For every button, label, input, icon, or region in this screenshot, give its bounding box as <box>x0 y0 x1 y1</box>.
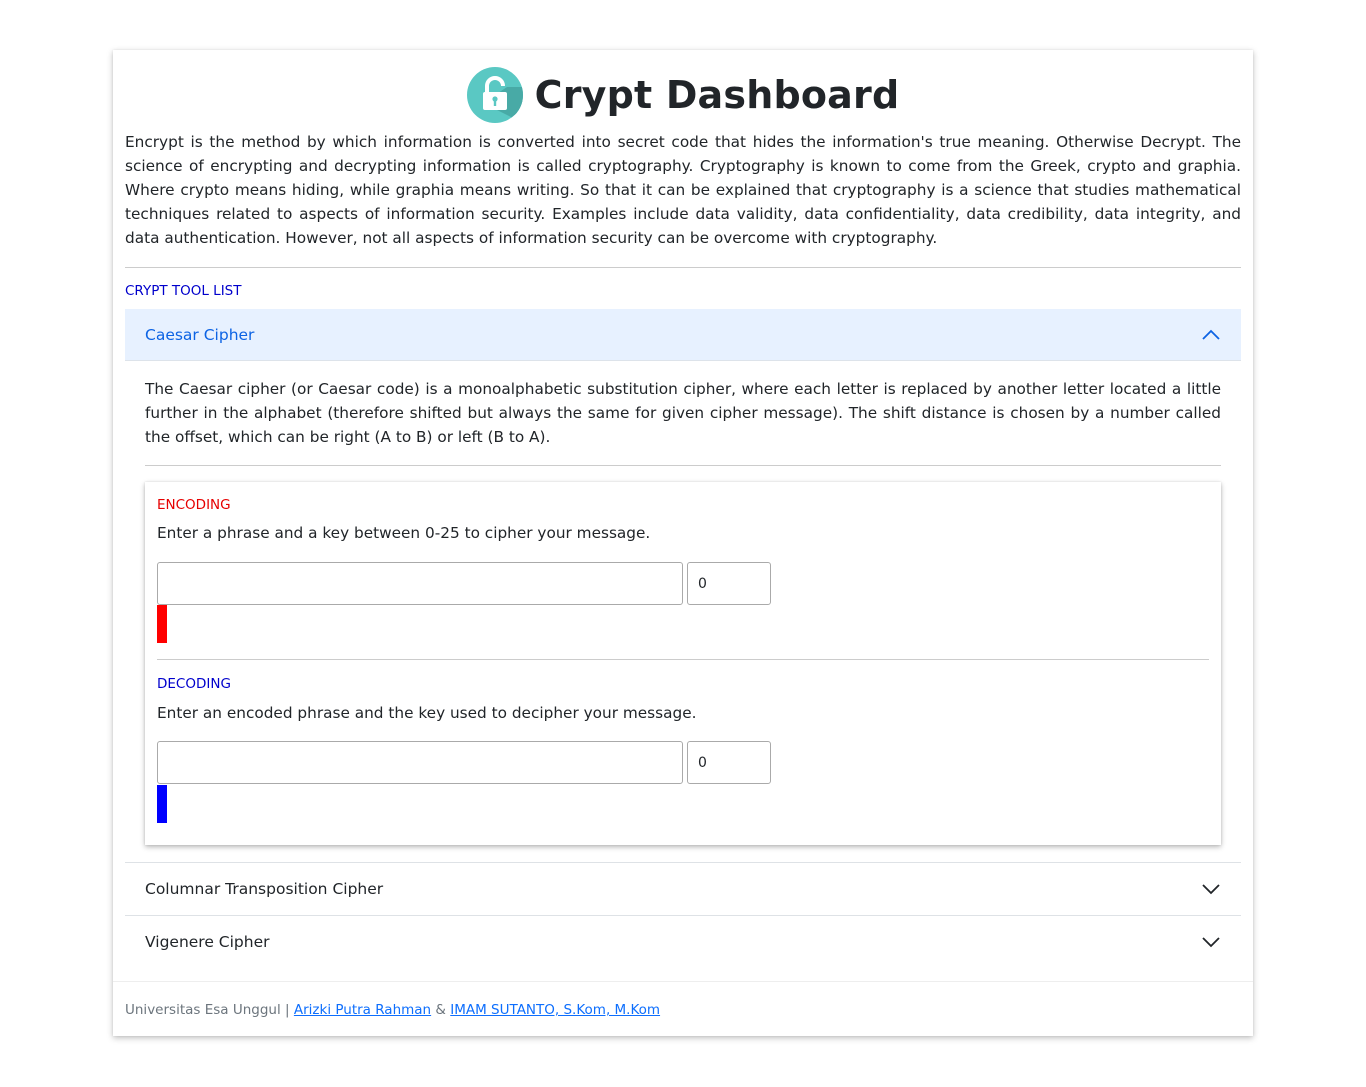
decoding-description: Enter an encoded phrase and the key used… <box>157 704 697 722</box>
footer-ampersand: & <box>435 1002 446 1018</box>
author2-link[interactable]: IMAM SUTANTO, S.Kom, M.Kom <box>450 1002 660 1018</box>
author1-link[interactable]: Arizki Putra Rahman <box>294 1002 431 1018</box>
accordion-columnar-title: Columnar Transposition Cipher <box>145 879 384 898</box>
decoding-phrase-input[interactable] <box>157 741 683 784</box>
accordion-vigenere-header[interactable]: Vigenere Cipher <box>125 915 1241 967</box>
chevron-down-icon <box>1202 884 1220 895</box>
padlock-icon <box>466 67 523 123</box>
intro-paragraph: Encrypt is the method by which informati… <box>125 133 1241 247</box>
page-header: Crypt Dashboard <box>113 66 1253 124</box>
dashboard-card: Crypt Dashboard Encrypt is the method by… <box>113 50 1253 1036</box>
tool-list-label: CRYPT TOOL LIST <box>125 283 242 299</box>
caesar-description: The Caesar cipher (or Caesar code) is a … <box>145 380 1221 446</box>
encoding-phrase-input[interactable] <box>157 562 683 605</box>
caesar-tool-panel: ENCODING Enter a phrase and a key betwee… <box>145 482 1221 845</box>
accordion-vigenere-title: Vigenere Cipher <box>145 932 270 951</box>
decoding-key-input[interactable]: 0 <box>687 741 771 784</box>
footer: Universitas Esa Unggul | Arizki Putra Ra… <box>125 1002 660 1018</box>
footer-divider <box>113 981 1253 982</box>
encoding-label: ENCODING <box>157 497 231 513</box>
chevron-up-icon <box>1202 329 1220 340</box>
encoding-output <box>157 605 167 643</box>
encoding-key-input[interactable]: 0 <box>687 562 771 605</box>
page-title: Crypt Dashboard <box>534 73 900 117</box>
chevron-down-icon <box>1202 937 1220 948</box>
divider <box>125 267 1241 268</box>
footer-separator: | <box>285 1002 290 1018</box>
footer-org: Universitas Esa Unggul <box>125 1002 281 1018</box>
accordion-caesar-header[interactable]: Caesar Cipher <box>125 309 1241 361</box>
divider <box>157 659 1209 660</box>
decoding-output <box>157 785 167 823</box>
divider <box>145 465 1221 466</box>
decoding-label: DECODING <box>157 676 231 692</box>
encoding-description: Enter a phrase and a key between 0-25 to… <box>157 524 651 542</box>
accordion-caesar-title: Caesar Cipher <box>145 325 255 344</box>
accordion-columnar-header[interactable]: Columnar Transposition Cipher <box>125 862 1241 914</box>
